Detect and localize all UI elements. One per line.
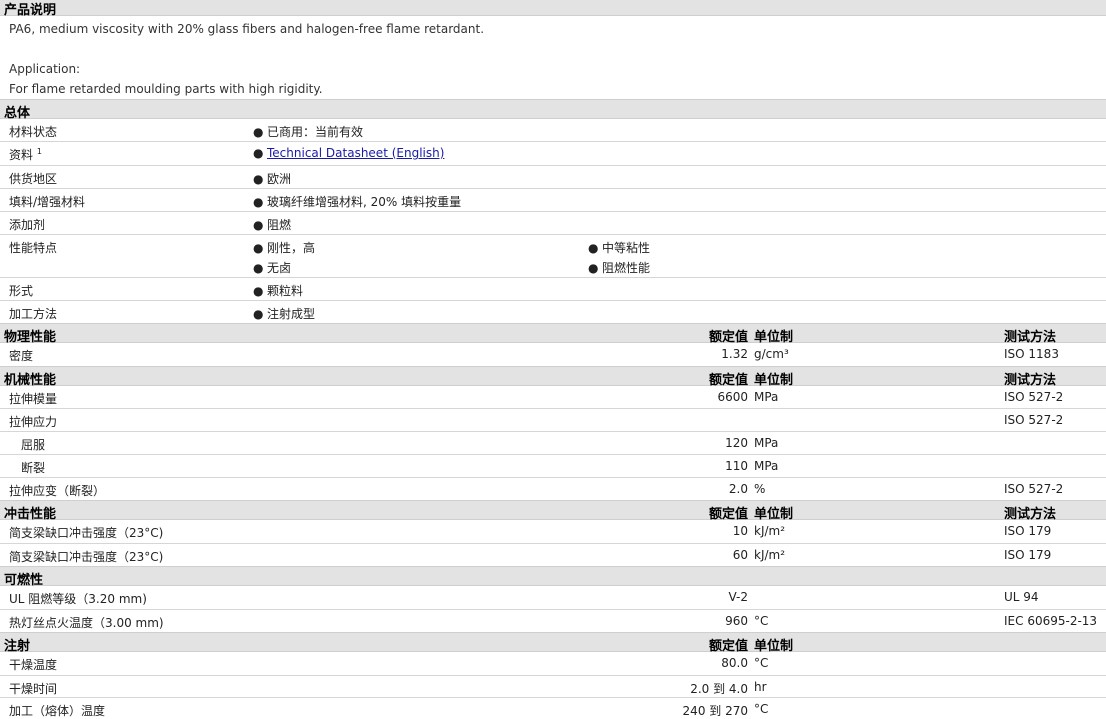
row-method: UL 94 <box>1004 590 1039 604</box>
row-unit: g/cm³ <box>754 347 789 361</box>
row-label: 性能特点 <box>9 241 58 255</box>
row-label: 形式 <box>9 284 34 298</box>
row-unit: °C <box>754 702 769 716</box>
property-row: 密度 1.32 g/cm³ ISO 1183 <box>0 343 1106 366</box>
general-row-form: 形式 ● 颗粒料 <box>0 278 1106 301</box>
row-label: UL 阻燃等级（3.20 mm) <box>9 592 147 606</box>
row-label: 填料/增强材料 <box>9 195 86 209</box>
row-value: 80.0 <box>721 656 748 670</box>
row-value: V-2 <box>728 590 748 604</box>
row-method: ISO 527-2 <box>1004 482 1064 496</box>
row-label: 干燥温度 <box>9 658 58 672</box>
row-method: ISO 179 <box>1004 548 1052 562</box>
application-text: For flame retarded moulding parts with h… <box>9 82 323 96</box>
row-value: 10 <box>732 524 748 538</box>
property-row: 拉伸应变（断裂） 2.0 % ISO 527-2 <box>0 478 1106 500</box>
row-unit: kJ/m² <box>754 524 786 538</box>
row-label: 加工方法 <box>9 307 58 321</box>
property-row: 加工（熔体）温度 240 到 270 °C <box>0 698 1106 718</box>
row-label: 供货地区 <box>9 172 58 186</box>
section-header-injection: 注射 额定值 单位制 <box>0 632 1106 654</box>
general-row-status: 材料状态 ● 已商用：当前有效 <box>0 119 1106 142</box>
section-title: 产品说明 <box>4 3 57 18</box>
row-value: ● 欧洲 <box>253 172 292 186</box>
row-value: 960 <box>725 614 748 628</box>
row-value: 240 到 270 <box>682 704 748 718</box>
row-value: 110 <box>725 459 748 473</box>
general-row-additive: 添加剂 ● 阻燃 <box>0 212 1106 235</box>
row-value: ● 阻燃性能 <box>588 261 651 275</box>
section-header-physical: 物理性能 额定值 单位制 测试方法 <box>0 323 1106 345</box>
row-label: 干燥时间 <box>9 682 58 696</box>
row-method: ISO 527-2 <box>1004 390 1064 404</box>
row-value: ● 颗粒料 <box>253 284 304 298</box>
row-unit: °C <box>754 656 769 670</box>
property-row: 干燥时间 2.0 到 4.0 hr <box>0 676 1106 698</box>
row-unit: kJ/m² <box>754 548 786 562</box>
row-method: ISO 179 <box>1004 524 1052 538</box>
row-unit: hr <box>754 680 767 694</box>
row-value: ● 已商用：当前有效 <box>253 125 364 139</box>
row-unit: MPa <box>754 436 779 450</box>
row-label: 加工（熔体）温度 <box>9 704 106 718</box>
row-value: 1.32 <box>721 347 748 361</box>
section-header-description: 产品说明 <box>0 0 1106 18</box>
row-value: ● 中等粘性 <box>588 241 651 255</box>
description-line: PA6, medium viscosity with 20% glass fib… <box>9 22 485 36</box>
row-value: 120 <box>725 436 748 450</box>
row-unit: MPa <box>754 459 779 473</box>
row-value: ● 阻燃 <box>253 218 292 232</box>
row-label: 简支梁缺口冲击强度（23°C) <box>9 550 164 564</box>
application-label: Application: <box>9 62 81 76</box>
section-header-general: 总体 <box>0 99 1106 121</box>
row-label: 添加剂 <box>9 218 46 232</box>
row-method: ISO 1183 <box>1004 347 1059 361</box>
property-row: 热灯丝点火温度（3.00 mm) 960 °C IEC 60695-2-13 <box>0 610 1106 632</box>
row-label: 断裂 <box>21 461 46 475</box>
row-label: 材料状态 <box>9 125 58 139</box>
row-unit: % <box>754 482 766 496</box>
footnote-marker: 1 <box>36 147 42 156</box>
row-value: ● 刚性，高 <box>253 241 316 255</box>
row-value: ● 注射成型 <box>253 307 316 321</box>
general-row-features: 性能特点 ● 刚性，高 ● 中等粘性 ● 无卤 ● 阻燃性能 <box>0 235 1106 278</box>
row-label: 资料 1 <box>9 147 42 162</box>
row-label: 拉伸模量 <box>9 392 58 406</box>
row-label: 拉伸应力 <box>9 415 58 429</box>
row-label: 拉伸应变（断裂） <box>9 484 106 498</box>
section-header-mechanical: 机械性能 额定值 单位制 测试方法 <box>0 366 1106 388</box>
property-row: 拉伸模量 6600 MPa ISO 527-2 <box>0 386 1106 409</box>
property-row: 拉伸应力 ISO 527-2 <box>0 409 1106 432</box>
datasheet-link[interactable]: Technical Datasheet (English) <box>267 146 444 160</box>
general-row-processing: 加工方法 ● 注射成型 <box>0 301 1106 323</box>
property-row: 简支梁缺口冲击强度（23°C) 60 kJ/m² ISO 179 <box>0 544 1106 566</box>
section-header-flammability: 可燃性 <box>0 566 1106 588</box>
row-method: ISO 527-2 <box>1004 413 1064 427</box>
section-header-impact: 冲击性能 额定值 单位制 测试方法 <box>0 500 1106 522</box>
property-row: 屈服 120 MPa <box>0 432 1106 455</box>
property-row: UL 阻燃等级（3.20 mm) V-2 UL 94 <box>0 586 1106 610</box>
property-row: 干燥温度 80.0 °C <box>0 652 1106 676</box>
row-unit: MPa <box>754 390 779 404</box>
row-method: IEC 60695-2-13 <box>1004 614 1098 628</box>
property-row: 断裂 110 MPa <box>0 455 1106 478</box>
row-label: 屈服 <box>21 438 46 452</box>
row-label: 密度 <box>9 349 34 363</box>
general-row-documents: 资料 1 ● Technical Datasheet (English) <box>0 142 1106 166</box>
row-value: ● 无卤 <box>253 261 292 275</box>
row-value: ● 玻璃纤维增强材料, 20% 填料按重量 <box>253 195 462 209</box>
row-unit: °C <box>754 614 769 628</box>
row-value: ● Technical Datasheet (English) <box>253 146 445 160</box>
general-row-region: 供货地区 ● 欧洲 <box>0 166 1106 189</box>
row-value: 60 <box>732 548 748 562</box>
property-row: 简支梁缺口冲击强度（23°C) 10 kJ/m² ISO 179 <box>0 520 1106 544</box>
general-row-filler: 填料/增强材料 ● 玻璃纤维增强材料, 20% 填料按重量 <box>0 189 1106 212</box>
row-label: 简支梁缺口冲击强度（23°C) <box>9 526 164 540</box>
row-value: 2.0 <box>728 482 748 496</box>
row-value: 6600 <box>717 390 748 404</box>
row-label: 热灯丝点火温度（3.00 mm) <box>9 616 164 630</box>
row-value: 2.0 到 4.0 <box>690 682 748 696</box>
